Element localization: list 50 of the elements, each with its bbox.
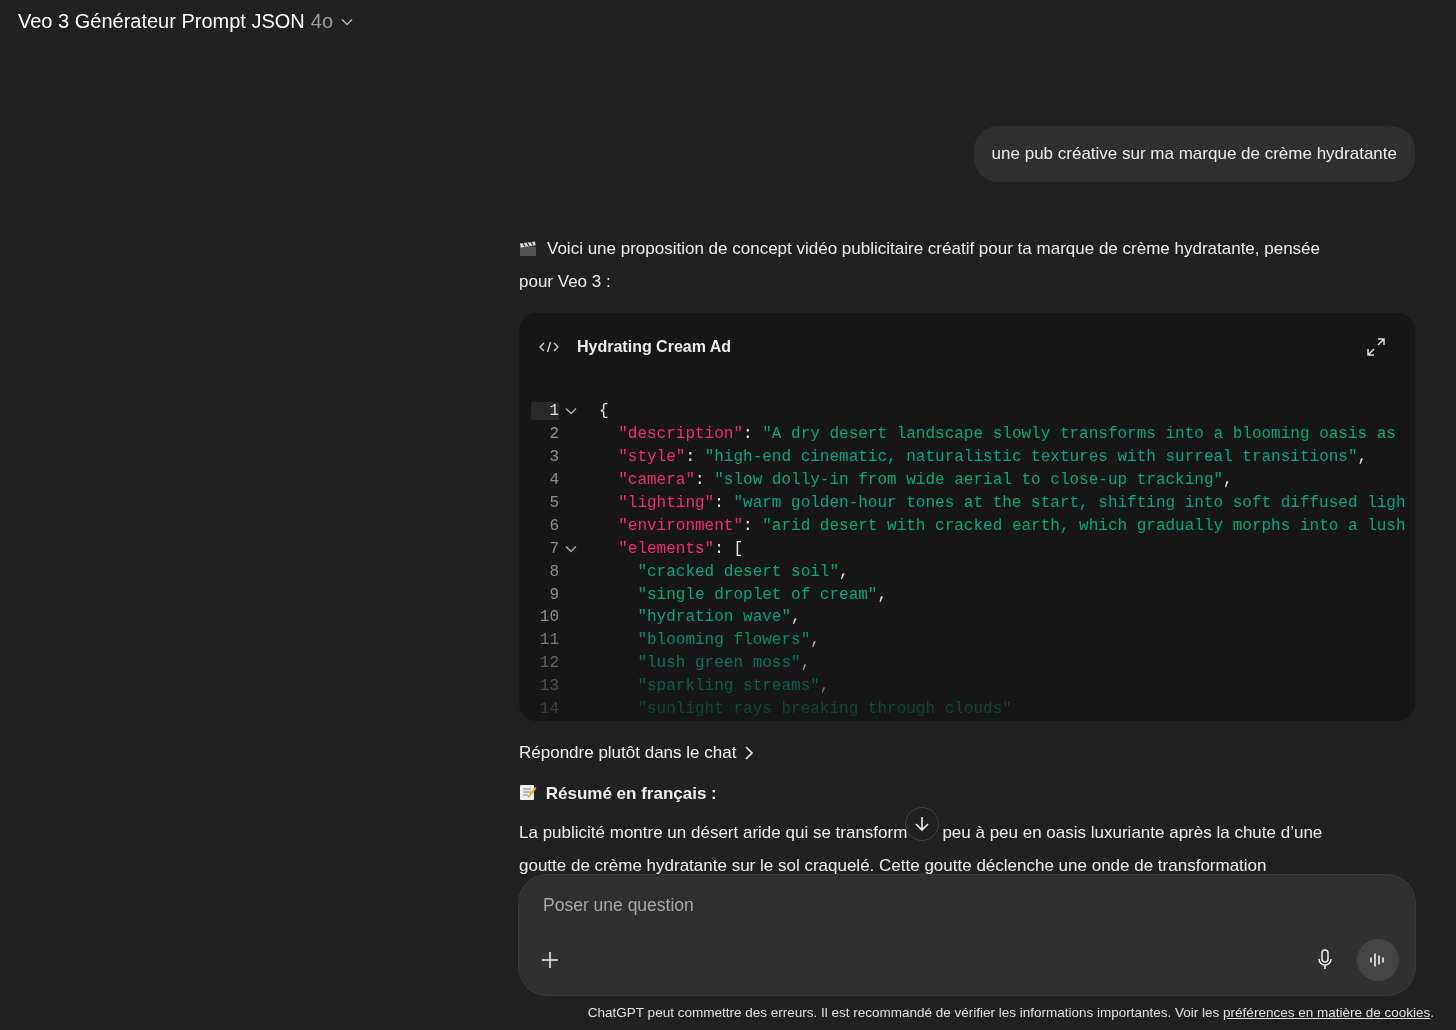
line-number: 5	[548, 494, 559, 512]
code-line: {	[599, 402, 609, 421]
question-input[interactable]: Poser une question	[543, 895, 1399, 916]
intro-text: Voici une proposition de concept vidéo publicitaire créatif pour ta marque de crème hydratante, pensée	[547, 238, 1321, 260]
line-number: 4	[548, 471, 559, 490]
down-arrow-icon	[915, 816, 930, 832]
code-line: "style": "high-end cinematic, naturalistic textures with surreal transitions",	[617, 448, 1368, 467]
line-number: 7	[548, 539, 559, 558]
user-message: une pub créative sur ma marque de crème hydratante	[973, 126, 1415, 182]
code-line: "elements": [	[617, 539, 744, 558]
line-number: 1	[531, 402, 559, 421]
summary-text: goutte de crème hydratante sur le sol craquelé. Cette goutte déclenche une onde de transformation	[519, 855, 1267, 877]
line-number: 13	[538, 677, 559, 696]
line-number: 11	[538, 631, 559, 650]
line-number: 2	[548, 425, 559, 444]
intro-text: pour Veo 3 :	[519, 271, 611, 293]
code-line: "sparkling streams",	[636, 677, 830, 696]
waveform-icon	[1369, 952, 1387, 968]
expand-icon[interactable]	[1367, 338, 1385, 356]
voice-mode-button[interactable]	[1357, 939, 1399, 981]
code-line: "cracked desert soil",	[636, 562, 849, 581]
code-line: "blooming flowers",	[636, 631, 820, 650]
line-number: 10	[538, 608, 559, 627]
code-line: "single droplet of cream",	[636, 585, 888, 604]
line-number: 9	[548, 585, 559, 604]
code-line: "hydration wave",	[636, 608, 801, 627]
line-number: 6	[548, 516, 559, 535]
code-line: "description": "A dry desert landscape slowly transforms into a blooming oasis as	[617, 425, 1396, 444]
fold-caret-icon[interactable]	[565, 407, 577, 416]
disclaimer-text: ChatGPT peut commettre des erreurs. Il est recommandé de vérifier les informations importantes. Voir les préférences en matière de cookies.	[586, 1005, 1435, 1020]
code-line: "environment": "arid desert with cracked earth, which gradually morphs into a lush	[617, 516, 1406, 535]
line-number: 8	[548, 562, 559, 581]
line-number: 12	[538, 654, 559, 673]
summary-heading: Résumé en français :	[545, 784, 717, 803]
reply-in-chat-link[interactable]: Répondre plutôt dans le chat	[519, 743, 755, 763]
memo-icon	[519, 783, 537, 801]
clapperboard-icon	[519, 240, 537, 257]
code-line: "lush green moss",	[636, 654, 811, 673]
code-line: "camera": "slow dolly-in from wide aerial to close-up tracking",	[617, 471, 1233, 490]
code-line: "lighting": "warm golden-hour tones at the start, shifting into soft diffused ligh	[617, 494, 1406, 512]
model-selector[interactable]: Veo 3 Générateur Prompt JSON 4o	[10, 6, 362, 37]
code-title: Hydrating Cream Ad	[577, 338, 732, 356]
fold-caret-icon[interactable]	[565, 544, 577, 553]
line-number: 3	[548, 448, 559, 467]
chevron-down-icon	[341, 17, 354, 26]
code-icon	[539, 341, 559, 353]
chevron-right-icon	[744, 745, 755, 761]
summary-text: La publicité montre un désert aride qui se transform	[519, 822, 908, 844]
summary-text: peu à peu en oasis luxuriante après la chute d’une	[942, 822, 1323, 844]
scroll-down-button[interactable]	[905, 807, 940, 841]
